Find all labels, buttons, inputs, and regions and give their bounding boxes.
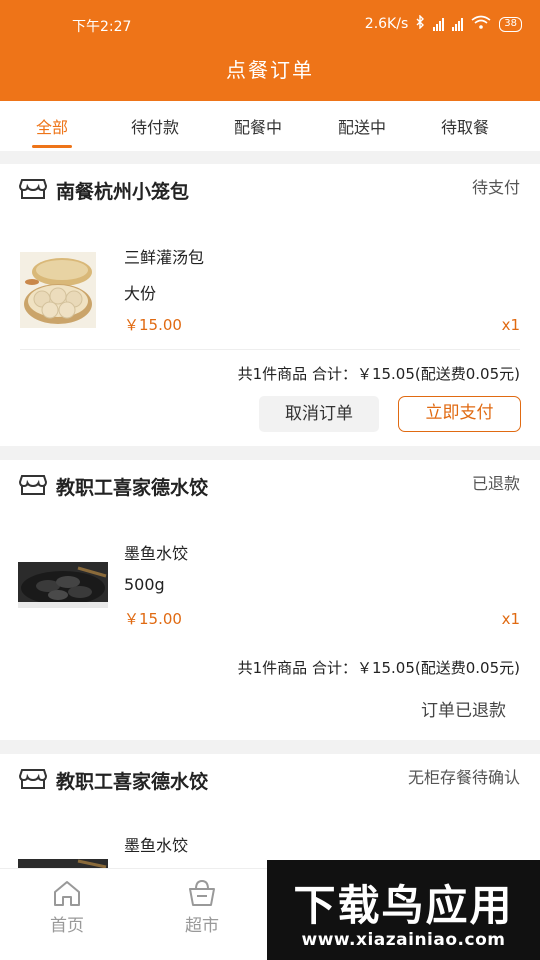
nav-home[interactable]: 首页: [32, 879, 102, 936]
order-card[interactable]: 教职工喜家德水饺 已退款 墨鱼水饺 500g ￥15.00 x1 共1件商品 合…: [0, 460, 540, 740]
order-card[interactable]: 教职工喜家德水饺 无柜存餐待确认 墨鱼水饺: [0, 754, 540, 874]
bluetooth-icon: [416, 14, 425, 33]
store-icon: [19, 475, 47, 495]
store-icon: [19, 179, 47, 199]
store-name: 南餐杭州小笼包: [56, 181, 190, 203]
network-speed: 2.6K/s: [364, 16, 409, 32]
wifi-icon: [471, 15, 491, 33]
watermark-url: www.xiazainiao.com: [301, 930, 506, 950]
basket-icon: [189, 879, 215, 906]
store-icon: [19, 769, 47, 789]
tab-delivering[interactable]: 配送中: [322, 114, 402, 138]
item-quantity: x1: [501, 610, 520, 628]
battery-icon: 38: [499, 16, 522, 32]
order-status: 待支付: [471, 178, 520, 197]
status-time: 下午2:27: [72, 19, 132, 35]
signal-1-icon: [433, 17, 445, 31]
item-spec: 大份: [124, 284, 157, 303]
store-name: 教职工喜家德水饺: [56, 771, 209, 793]
item-thumbnail: [20, 252, 96, 328]
page-title: 点餐订单: [226, 58, 314, 82]
tab-preparing[interactable]: 配餐中: [218, 114, 298, 138]
watermark-logo: 下载鸟应用: [293, 881, 514, 930]
refund-status-text: 订单已退款: [421, 701, 506, 721]
status-bar: 下午2:27 2.6K/s 38: [0, 10, 540, 40]
cancel-order-button[interactable]: 取消订单: [259, 396, 379, 432]
tab-pending-payment[interactable]: 待付款: [115, 114, 195, 138]
item-quantity: x1: [501, 316, 520, 334]
item-spec: 500g: [124, 575, 165, 594]
item-name: 墨鱼水饺: [124, 544, 189, 563]
app-header: 下午2:27 2.6K/s 38 点餐订单: [0, 0, 540, 101]
order-tabs: 全部 待付款 配餐中 配送中 待取餐: [0, 101, 540, 151]
item-thumbnail: [18, 562, 108, 608]
tab-all[interactable]: 全部: [12, 114, 92, 138]
order-status: 无柜存餐待确认: [407, 768, 520, 787]
status-indicators: 2.6K/s 38: [364, 14, 522, 33]
item-thumbnail: [18, 856, 108, 868]
signal-2-icon: [452, 17, 464, 31]
item-name: 三鲜灌汤包: [124, 248, 205, 267]
tab-ready-pickup[interactable]: 待取餐: [425, 114, 505, 138]
nav-label: 首页: [50, 916, 84, 936]
item-price: ￥15.00: [124, 316, 182, 334]
order-summary: 共1件商品 合计：￥15.05(配送费0.05元): [237, 659, 520, 677]
pay-now-button[interactable]: 立即支付: [398, 396, 521, 432]
active-tab-indicator: [32, 145, 72, 148]
watermark: 下载鸟应用 www.xiazainiao.com: [267, 860, 540, 960]
divider: [20, 349, 520, 350]
order-status: 已退款: [471, 474, 520, 493]
home-icon: [54, 881, 80, 906]
nav-supermarket[interactable]: 超市: [167, 879, 237, 936]
item-name: 墨鱼水饺: [124, 836, 189, 855]
nav-label: 超市: [185, 916, 219, 936]
store-name: 教职工喜家德水饺: [56, 477, 209, 499]
order-summary: 共1件商品 合计：￥15.05(配送费0.05元): [237, 365, 520, 383]
order-card[interactable]: 南餐杭州小笼包 待支付 三鲜灌汤包 大份 ￥15.00 x1 共1件商品 合计：…: [0, 164, 540, 446]
item-price: ￥15.00: [124, 610, 182, 628]
